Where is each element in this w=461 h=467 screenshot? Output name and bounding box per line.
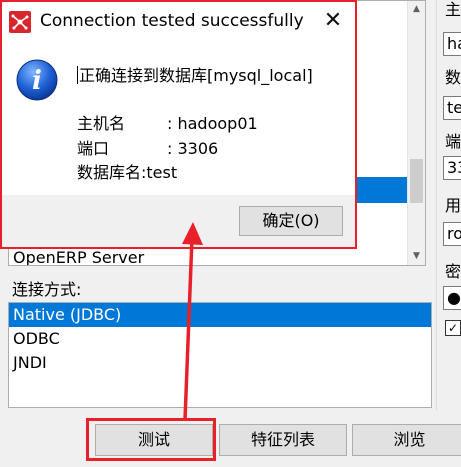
access-method-list[interactable]: Native (JDBC) ODBC JNDI [8, 302, 432, 408]
bottom-button-bar: 测试 特征列表 浏览 [0, 410, 461, 467]
access-item-native-jdbc[interactable]: Native (JDBC) [9, 303, 431, 327]
database-field[interactable]: te [443, 96, 461, 120]
detail-row-host: 主机名 : hadoop01 [77, 110, 258, 134]
detail-key: 主机名 [77, 114, 126, 133]
access-item-odbc[interactable]: ODBC [9, 327, 431, 351]
port-label: 端 [445, 132, 461, 151]
info-icon: i [15, 58, 59, 102]
connection-type-scrollbar[interactable]: ▲ ▼ [407, 1, 425, 265]
host-field[interactable]: ha [443, 32, 461, 56]
option-checkbox[interactable]: ✓ [445, 320, 461, 336]
detail-row-database: 数据库名:test [77, 159, 177, 183]
database-label: 数 [445, 68, 461, 87]
detail-value: :test [141, 163, 178, 182]
password-field[interactable]: ●● [443, 286, 461, 310]
connection-success-dialog: Connection tested successfully ✕ i 正确连接到… [0, 0, 357, 249]
close-icon[interactable]: ✕ [319, 8, 347, 36]
app-logo-icon [9, 11, 31, 33]
scroll-down-icon[interactable]: ▼ [408, 248, 425, 265]
access-item-jndi[interactable]: JNDI [9, 351, 431, 375]
browse-button[interactable]: 浏览 [352, 424, 461, 456]
host-label: 主 [445, 0, 461, 19]
username-field[interactable]: ro [443, 222, 461, 246]
feature-list-button[interactable]: 特征列表 [219, 424, 347, 456]
access-method-label: 连接方式: [12, 280, 82, 299]
detail-row-port: 端口 : 3306 [77, 135, 218, 159]
password-label: 密 [445, 262, 461, 281]
username-label: 用 [445, 196, 461, 215]
scroll-up-icon[interactable]: ▲ [408, 1, 425, 18]
detail-value: : hadoop01 [167, 114, 258, 133]
dialog-message: 正确连接到数据库[mysql_local] [77, 62, 313, 86]
detail-key: 端口 [77, 139, 110, 158]
dialog-content: i 正确连接到数据库[mysql_local] 主机名 : hadoop01 端口… [2, 40, 355, 195]
connection-details-panel: 主 ha 数 te 端 33 用 ro 密 ●● ✓ [436, 0, 461, 410]
dialog-message-text: 正确连接到数据库[mysql_local] [79, 66, 313, 85]
test-button-highlight [86, 418, 216, 461]
text-cursor [77, 66, 78, 84]
connection-type-item[interactable]: OpenERP Server [13, 248, 144, 265]
detail-key: 数据库名 [77, 163, 142, 182]
detail-value: : 3306 [167, 139, 219, 158]
port-field[interactable]: 33 [443, 156, 461, 180]
dialog-titlebar[interactable]: Connection tested successfully ✕ [2, 2, 355, 40]
dialog-title: Connection tested successfully [40, 11, 304, 31]
scroll-thumb[interactable] [410, 159, 423, 203]
info-glyph: i [32, 66, 42, 96]
ok-button[interactable]: 确定(O) [239, 206, 343, 236]
